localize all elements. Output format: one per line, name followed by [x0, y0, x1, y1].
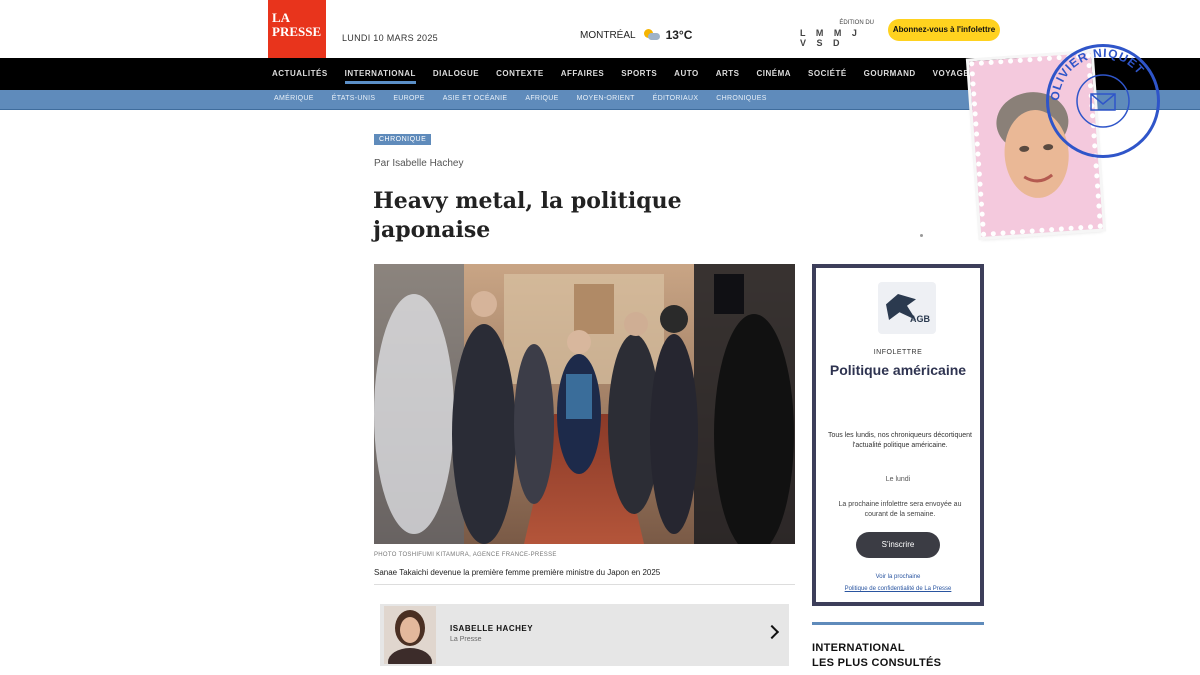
- author-avatar: [384, 606, 436, 664]
- weather-city: MONTRÉAL: [580, 29, 636, 41]
- nav-item[interactable]: ARTS: [716, 69, 740, 78]
- nav-item[interactable]: SOCIÉTÉ: [808, 69, 847, 78]
- author-portrait: [384, 606, 436, 664]
- article-byline: Par Isabelle Hachey: [374, 158, 464, 169]
- subnav-item[interactable]: EUROPE: [393, 95, 424, 102]
- newsletter-logo-abbr: AGB: [910, 314, 930, 324]
- promo-description: Tous les lundis, nos chroniqueurs décort…: [828, 432, 972, 449]
- weather-widget[interactable]: MONTRÉAL 13°C: [580, 28, 692, 42]
- most-read-title: LES PLUS CONSULTÉS: [812, 657, 942, 669]
- newsletter-signup-button[interactable]: S'inscrire: [856, 532, 940, 558]
- newsletter-logo: AGB: [878, 282, 936, 334]
- newsletter-promo: AGB INFOLETTRE Politique américaine Tous…: [812, 264, 984, 606]
- subnav-item[interactable]: ÉDITORIAUX: [653, 95, 699, 102]
- section-tag[interactable]: CHRONIQUE: [374, 134, 432, 145]
- nav-item[interactable]: VOYAGE: [933, 69, 970, 78]
- author-card[interactable]: ISABELLE HACHEY La Presse: [380, 604, 789, 666]
- weather-temperature: 13°C: [665, 28, 693, 42]
- nav-item[interactable]: GOURMAND: [864, 69, 916, 78]
- subnav-item[interactable]: CHRONIQUES: [716, 95, 766, 102]
- current-date: LUNDI 10 MARS 2025: [342, 33, 438, 43]
- article-photo[interactable]: [374, 264, 795, 544]
- site-header: LA PRESSE LUNDI 10 MARS 2025 MONTRÉAL 13…: [0, 0, 1200, 58]
- photo-credit: PHOTO TOSHIFUMI KITAMURA, AGENCE FRANCE-…: [374, 552, 557, 558]
- author-name: ISABELLE HACHEY: [450, 624, 534, 633]
- decorative-dot: [920, 234, 923, 237]
- nav-item[interactable]: AUTO: [674, 69, 699, 78]
- postmark-name: OLIVIER NIQUET: [1048, 46, 1147, 102]
- subnav-item[interactable]: ASIE ET OCÉANIE: [443, 95, 508, 102]
- svg-text:OLIVIER NIQUET: OLIVIER NIQUET: [1048, 46, 1148, 102]
- subscribe-button[interactable]: Abonnez-vous à l'infolettre: [888, 19, 1000, 41]
- partly-cloudy-icon: [642, 28, 660, 42]
- logo-line-1: LA: [272, 10, 291, 25]
- subnav-item[interactable]: AMÉRIQUE: [274, 95, 314, 102]
- most-read-section-name: INTERNATIONAL: [812, 642, 905, 654]
- author-organization: La Presse: [450, 636, 482, 643]
- promo-preview-link[interactable]: Voir la prochaine: [816, 574, 980, 580]
- most-read-section: INTERNATIONAL LES PLUS CONSULTÉS: [812, 622, 984, 671]
- nav-item[interactable]: DIALOGUE: [433, 69, 479, 78]
- edition-selector[interactable]: ÉDITION DU L M M J V S D: [800, 20, 874, 48]
- nav-item[interactable]: INTERNATIONAL: [344, 69, 417, 84]
- nav-item[interactable]: ACTUALITÉS: [272, 69, 328, 78]
- promo-title: Politique américaine: [829, 362, 967, 378]
- promo-frequency: Le lundi: [885, 476, 911, 483]
- la-presse-logo[interactable]: LA PRESSE: [268, 0, 326, 58]
- chevron-right-icon[interactable]: [764, 624, 780, 640]
- edition-label: ÉDITION DU: [839, 20, 874, 26]
- divider: [374, 584, 795, 585]
- postmark-text: OLIVIER NIQUET: [1048, 46, 1148, 128]
- nav-item[interactable]: SPORTS: [621, 69, 657, 78]
- subnav-item[interactable]: MOYEN-ORIENT: [577, 95, 635, 102]
- photo-illustration: [374, 264, 795, 544]
- promo-next-issue: La prochaine infolettre sera envoyée au …: [838, 501, 962, 518]
- photo-caption: Sanae Takaichi devenue la première femme…: [374, 568, 661, 577]
- privacy-policy-link[interactable]: Politique de confidentialité de La Press…: [816, 586, 980, 592]
- logo-line-2: PRESSE: [272, 24, 322, 39]
- sub-nav-list: AMÉRIQUE ÉTATS-UNIS EUROPE ASIE ET OCÉANIE A…: [274, 95, 767, 102]
- promo-kicker: INFOLETTRE: [873, 349, 923, 356]
- article-headline: Heavy metal, la politique japonaise: [373, 188, 682, 243]
- nav-item[interactable]: AFFAIRES: [561, 69, 605, 78]
- nav-item[interactable]: CONTEXTE: [496, 69, 544, 78]
- edition-days: L M M J V S D: [800, 28, 861, 48]
- main-nav-list: ACTUALITÉS INTERNATIONAL DIALOGUE CONTEXTE A…: [272, 69, 1021, 84]
- subnav-item[interactable]: ÉTATS-UNIS: [332, 95, 376, 102]
- nav-item[interactable]: CINÉMA: [756, 69, 791, 78]
- subnav-item[interactable]: AFRIQUE: [525, 95, 558, 102]
